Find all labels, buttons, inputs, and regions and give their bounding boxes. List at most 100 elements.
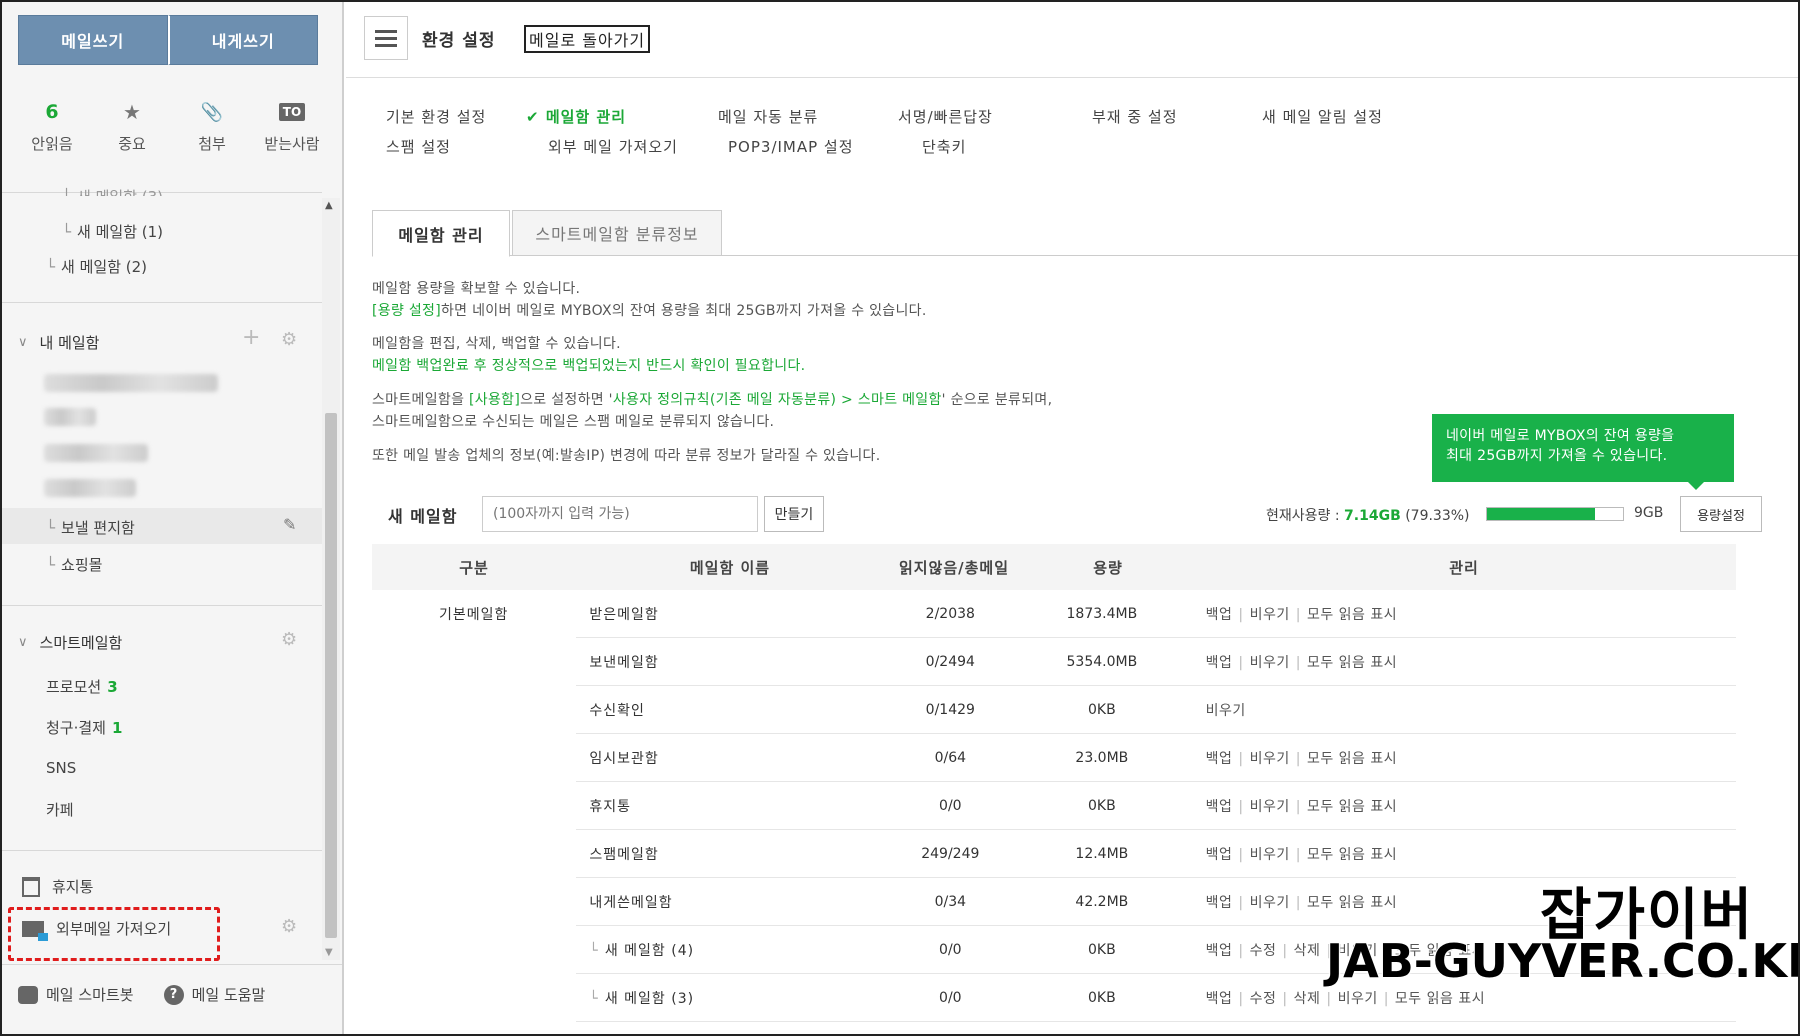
trash-folder[interactable]: 휴지통	[22, 876, 93, 897]
row-action-link[interactable]: 모두 읽음 표시	[1395, 991, 1485, 1007]
usage-bar	[1486, 507, 1624, 521]
smart-cafe[interactable]: 카페	[46, 799, 74, 820]
row-action-link[interactable]: 비우기	[1206, 703, 1246, 719]
cell-unread-total: 0/34	[934, 894, 967, 910]
row-action-link[interactable]: 모두 읽음 표시	[1307, 607, 1397, 623]
row-action-link[interactable]: 백업	[1206, 895, 1233, 911]
smart-billing[interactable]: 청구·결제 1	[46, 717, 122, 738]
nav-absence[interactable]: 부재 중 설정	[1092, 106, 1178, 127]
table-row: 스팸메일함 249/249 12.4MB 백업 | 비우기 | 모두 읽음 표시	[372, 830, 1736, 878]
folder-new-1[interactable]: └ 새 메일함 (1)	[62, 221, 163, 242]
quick-unread[interactable]: 6 안읽음	[16, 97, 88, 154]
cell-size: 23.0MB	[1075, 750, 1129, 766]
smart-sns[interactable]: SNS	[46, 759, 76, 777]
row-action-link[interactable]: 백업	[1206, 943, 1233, 959]
tab-smart-category-info[interactable]: 스마트메일함 분류정보	[512, 210, 722, 256]
help-link[interactable]: ? 메일 도움말	[163, 984, 265, 1005]
gear-icon[interactable]: ⚙	[281, 329, 297, 350]
create-mailbox-button[interactable]: 만들기	[764, 496, 824, 532]
row-action-link[interactable]: 백업	[1206, 655, 1233, 671]
cell-manage: 백업 | 비우기 | 모두 읽음 표시	[1205, 655, 1398, 671]
blurred-folder[interactable]	[44, 479, 136, 497]
nav-pop3-imap[interactable]: POP3/IMAP 설정	[728, 136, 854, 157]
capacity-setting-button[interactable]: 용량설정	[1680, 496, 1762, 532]
row-action-link[interactable]: 비우기	[1250, 655, 1290, 671]
nav-auto-sort[interactable]: 메일 자동 분류	[718, 106, 818, 127]
smart-mailbox-header[interactable]: ∨ 스마트메일함	[18, 632, 122, 653]
header-manage: 관리	[1449, 558, 1479, 577]
row-action-link[interactable]: 수정	[1250, 991, 1277, 1007]
nav-external-fetch[interactable]: 외부 메일 가져오기	[548, 136, 678, 157]
table-row: 임시보관함 0/64 23.0MB 백업 | 비우기 | 모두 읽음 표시	[372, 734, 1736, 782]
nav-mailbox-manage[interactable]: ✔ 메일함 관리	[526, 106, 626, 127]
sidebar-scrollbar[interactable]: ▲ ▼	[322, 198, 340, 960]
back-to-mail-link[interactable]: 메일로 돌아가기	[524, 25, 651, 53]
folder-new-2[interactable]: └ 새 메일함 (2)	[46, 256, 147, 277]
row-action-link[interactable]: 백업	[1206, 991, 1233, 1007]
tab-mailbox-manage[interactable]: 메일함 관리	[372, 210, 510, 257]
blurred-folder[interactable]	[44, 408, 96, 426]
desc-line: 스마트메일함으로 수신되는 메일은 스팸 메일로 분류되지 않습니다.	[372, 414, 775, 430]
capacity-tooltip: 네이버 메일로 MYBOX의 잔여 용량을 최대 25GB까지 가져올 수 있습…	[1432, 414, 1734, 490]
cell-mailbox-name: └ 새 메일함 (3)	[589, 991, 695, 1007]
quick-important[interactable]: ★ 중요	[96, 97, 168, 154]
nav-basic-settings[interactable]: 기본 환경 설정	[386, 106, 486, 127]
new-mailbox-label: 새 메일함	[388, 507, 458, 526]
cell-mailbox-name: 내게쓴메일함	[589, 895, 673, 911]
nav-new-mail-alert[interactable]: 새 메일 알림 설정	[1262, 106, 1383, 127]
folder-shopping[interactable]: └ 쇼핑몰	[46, 554, 102, 575]
cell-size: 0KB	[1088, 702, 1116, 718]
edit-pencil-icon[interactable]: ✎	[283, 515, 296, 534]
row-action-link[interactable]: 수정	[1250, 943, 1277, 959]
row-action-link[interactable]: 비우기	[1250, 799, 1290, 815]
add-folder-icon[interactable]: +	[242, 325, 260, 350]
row-action-link[interactable]: 백업	[1206, 847, 1233, 863]
row-action-link[interactable]: 모두 읽음 표시	[1307, 847, 1397, 863]
row-action-link[interactable]: 삭제	[1294, 991, 1321, 1007]
gear-icon[interactable]: ⚙	[281, 629, 297, 650]
cell-unread-total: 0/1429	[925, 702, 975, 718]
blurred-folder[interactable]	[44, 444, 148, 462]
sidebar-footer: 메일 스마트봇 ? 메일 도움말	[18, 984, 328, 1005]
nav-spam[interactable]: 스팸 설정	[386, 136, 451, 157]
row-action-link[interactable]: 백업	[1206, 799, 1233, 815]
scroll-thumb[interactable]	[325, 413, 337, 938]
divider	[2, 605, 322, 606]
new-mailbox-input[interactable]	[482, 496, 758, 532]
row-action-link[interactable]: 삭제	[1294, 943, 1321, 959]
capacity-setting-link[interactable]: [용량 설정]	[372, 303, 441, 319]
row-action-link[interactable]: 모두 읽음 표시	[1307, 799, 1397, 815]
to-icon: TO	[278, 103, 306, 121]
row-action-link[interactable]: 비우기	[1338, 991, 1378, 1007]
scroll-up-icon[interactable]: ▲	[325, 200, 333, 211]
row-action-link[interactable]: 모두 읽음 표시	[1307, 655, 1397, 671]
cell-manage: 백업 | 비우기 | 모두 읽음 표시	[1205, 751, 1398, 767]
nav-signature[interactable]: 서명/빠른답장	[898, 106, 993, 127]
row-action-link[interactable]: 백업	[1206, 607, 1233, 623]
cell-manage: 비우기	[1186, 700, 1736, 720]
row-action-link[interactable]: 비우기	[1250, 847, 1290, 863]
table-row: 휴지통 0/0 0KB 백업 | 비우기 | 모두 읽음 표시	[372, 782, 1736, 830]
my-mailbox-header[interactable]: ∨ 내 메일함	[18, 332, 99, 353]
smartbot-link[interactable]: 메일 스마트봇	[18, 984, 134, 1005]
row-action-link[interactable]: 비우기	[1250, 607, 1290, 623]
row-action-link[interactable]: 모두 읽음 표시	[1307, 895, 1397, 911]
row-action-link[interactable]: 비우기	[1250, 751, 1290, 767]
quick-attachment[interactable]: 📎 첨부	[176, 97, 248, 154]
blurred-folder[interactable]	[44, 374, 218, 392]
write-self-button[interactable]: 내게쓰기	[167, 15, 318, 65]
scroll-down-icon[interactable]: ▼	[325, 947, 333, 958]
row-action-link[interactable]: 모두 읽음 표시	[1307, 751, 1397, 767]
row-action-link[interactable]: 백업	[1206, 751, 1233, 767]
row-action-link[interactable]: 비우기	[1250, 895, 1290, 911]
hamburger-menu-icon[interactable]	[364, 16, 408, 60]
smart-promotion[interactable]: 프로모션 3	[46, 676, 118, 697]
gear-icon[interactable]: ⚙	[281, 916, 297, 937]
nav-shortcuts[interactable]: 단축키	[922, 136, 966, 157]
folder-partial[interactable]: └새 메일함 (3)	[62, 186, 163, 196]
folder-outbox[interactable]: └ 보낼 편지함	[46, 517, 135, 538]
desc-line: 스마트메일함을 [사용함]으로 설정하면 '사용자 정의규칙(기존 메일 자동분…	[372, 392, 1053, 408]
quick-recipient[interactable]: TO 받는사람	[256, 97, 328, 154]
divider	[2, 850, 322, 851]
write-mail-button[interactable]: 메일쓰기	[18, 15, 168, 65]
